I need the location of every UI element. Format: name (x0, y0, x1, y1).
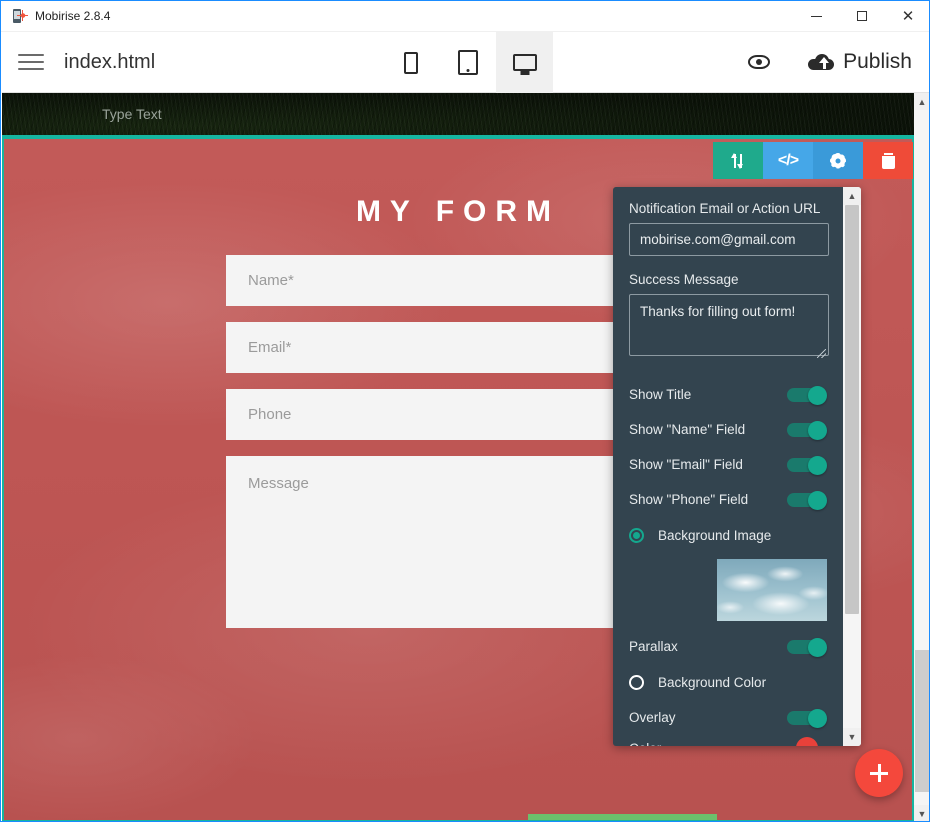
background-thumbnail-wrap (629, 559, 827, 621)
notification-email-label: Notification Email or Action URL (629, 201, 821, 216)
window-controls: ✕ (793, 1, 929, 32)
type-text-placeholder[interactable]: Type Text (102, 106, 162, 122)
device-button-tablet[interactable] (439, 32, 496, 93)
show-title-toggle[interactable] (787, 385, 827, 405)
section-toolbar: </> (713, 142, 913, 179)
main-scroll-track[interactable] (914, 110, 929, 805)
move-updown-icon (730, 152, 746, 169)
panel-scroll-up-button[interactable]: ▲ (843, 187, 861, 205)
maximize-icon (857, 11, 867, 21)
gear-icon (830, 152, 846, 169)
show-name-toggle[interactable] (787, 420, 827, 440)
show-phone-label: Show "Phone" Field (629, 492, 749, 507)
desktop-icon (512, 54, 537, 71)
cloud-upload-icon (808, 54, 835, 70)
row-show-phone[interactable]: Show "Phone" Field (629, 482, 827, 517)
row-show-title[interactable]: Show Title (629, 377, 827, 412)
notification-email-input[interactable] (629, 223, 829, 256)
row-parallax[interactable]: Parallax (629, 629, 827, 664)
section-move-button[interactable] (713, 142, 763, 179)
main-scrollbar[interactable]: ▲ ▼ (914, 93, 929, 821)
panel-scrollbar[interactable]: ▲ ▼ (843, 187, 861, 746)
preview-button[interactable] (748, 55, 771, 69)
device-view-group (382, 32, 553, 93)
settings-panel-body: Notification Email or Action URL Success… (613, 187, 843, 746)
app-title: Mobirise 2.8.4 (35, 9, 111, 23)
sky-clouds-thumbnail[interactable] (717, 559, 827, 621)
mobile-icon (403, 51, 418, 74)
top-section-strip[interactable]: Type Text (2, 93, 914, 139)
row-overlay[interactable]: Overlay (629, 700, 827, 735)
section-settings-button[interactable] (813, 142, 863, 179)
plus-icon (870, 764, 888, 782)
panel-scroll-track[interactable] (843, 205, 861, 728)
publish-button[interactable]: Publish (808, 50, 912, 74)
close-button[interactable]: ✕ (885, 1, 929, 32)
panel-scroll-down-button[interactable]: ▼ (843, 728, 861, 746)
mobirise-logo-icon (11, 8, 27, 24)
panel-scroll-thumb[interactable] (845, 205, 859, 614)
success-message-wrap: Thanks for filling out form! (629, 294, 829, 361)
main-scroll-up-button[interactable]: ▲ (914, 93, 929, 110)
background-color-label: Background Color (658, 674, 767, 690)
show-phone-toggle[interactable] (787, 490, 827, 510)
section-settings-panel: Notification Email or Action URL Success… (613, 187, 861, 746)
show-email-label: Show "Email" Field (629, 457, 743, 472)
show-email-toggle[interactable] (787, 455, 827, 475)
close-icon: ✕ (901, 7, 915, 25)
section-code-button[interactable]: </> (763, 142, 813, 179)
main-scroll-down-button[interactable]: ▼ (914, 805, 929, 821)
trash-icon (881, 152, 895, 169)
hamburger-menu-icon[interactable] (18, 52, 44, 72)
tablet-icon (457, 50, 478, 75)
device-button-desktop[interactable] (496, 32, 553, 93)
toolbar-right-group: Publish (748, 50, 912, 74)
main-toolbar: index.html Publish (2, 32, 929, 93)
main-scroll-thumb[interactable] (915, 650, 929, 792)
maximize-button[interactable] (839, 1, 885, 32)
title-bar: Mobirise 2.8.4 ✕ (1, 1, 929, 32)
show-title-label: Show Title (629, 387, 692, 402)
background-image-label: Background Image (658, 527, 772, 543)
app-window: Mobirise 2.8.4 ✕ index.html Publish Type… (0, 0, 930, 822)
row-show-name[interactable]: Show "Name" Field (629, 412, 827, 447)
color-label: Color (629, 741, 661, 747)
color-swatch[interactable] (796, 737, 818, 746)
document-name[interactable]: index.html (64, 51, 155, 74)
add-block-button[interactable] (855, 749, 903, 797)
parallax-label: Parallax (629, 639, 678, 654)
background-color-radio[interactable] (629, 674, 644, 690)
parallax-toggle[interactable] (787, 637, 827, 657)
code-brackets-icon: </> (777, 151, 799, 169)
success-message-textarea[interactable]: Thanks for filling out form! (629, 294, 829, 356)
overlay-toggle[interactable] (787, 708, 827, 728)
row-show-email[interactable]: Show "Email" Field (629, 447, 827, 482)
minimize-button[interactable] (793, 1, 839, 32)
section-delete-button[interactable] (863, 142, 913, 179)
row-background-image[interactable]: Background Image (629, 517, 827, 553)
success-message-label: Success Message (629, 272, 739, 287)
publish-label: Publish (843, 50, 912, 73)
minimize-icon (810, 15, 822, 17)
show-name-label: Show "Name" Field (629, 422, 746, 437)
background-image-radio[interactable] (629, 527, 644, 543)
eye-icon (748, 55, 771, 69)
device-button-mobile[interactable] (382, 32, 439, 93)
contact-submit-button[interactable]: CONTACT US (528, 814, 717, 820)
row-background-color[interactable]: Background Color (629, 664, 827, 700)
row-color[interactable]: Color (629, 735, 827, 746)
overlay-label: Overlay (629, 710, 676, 725)
